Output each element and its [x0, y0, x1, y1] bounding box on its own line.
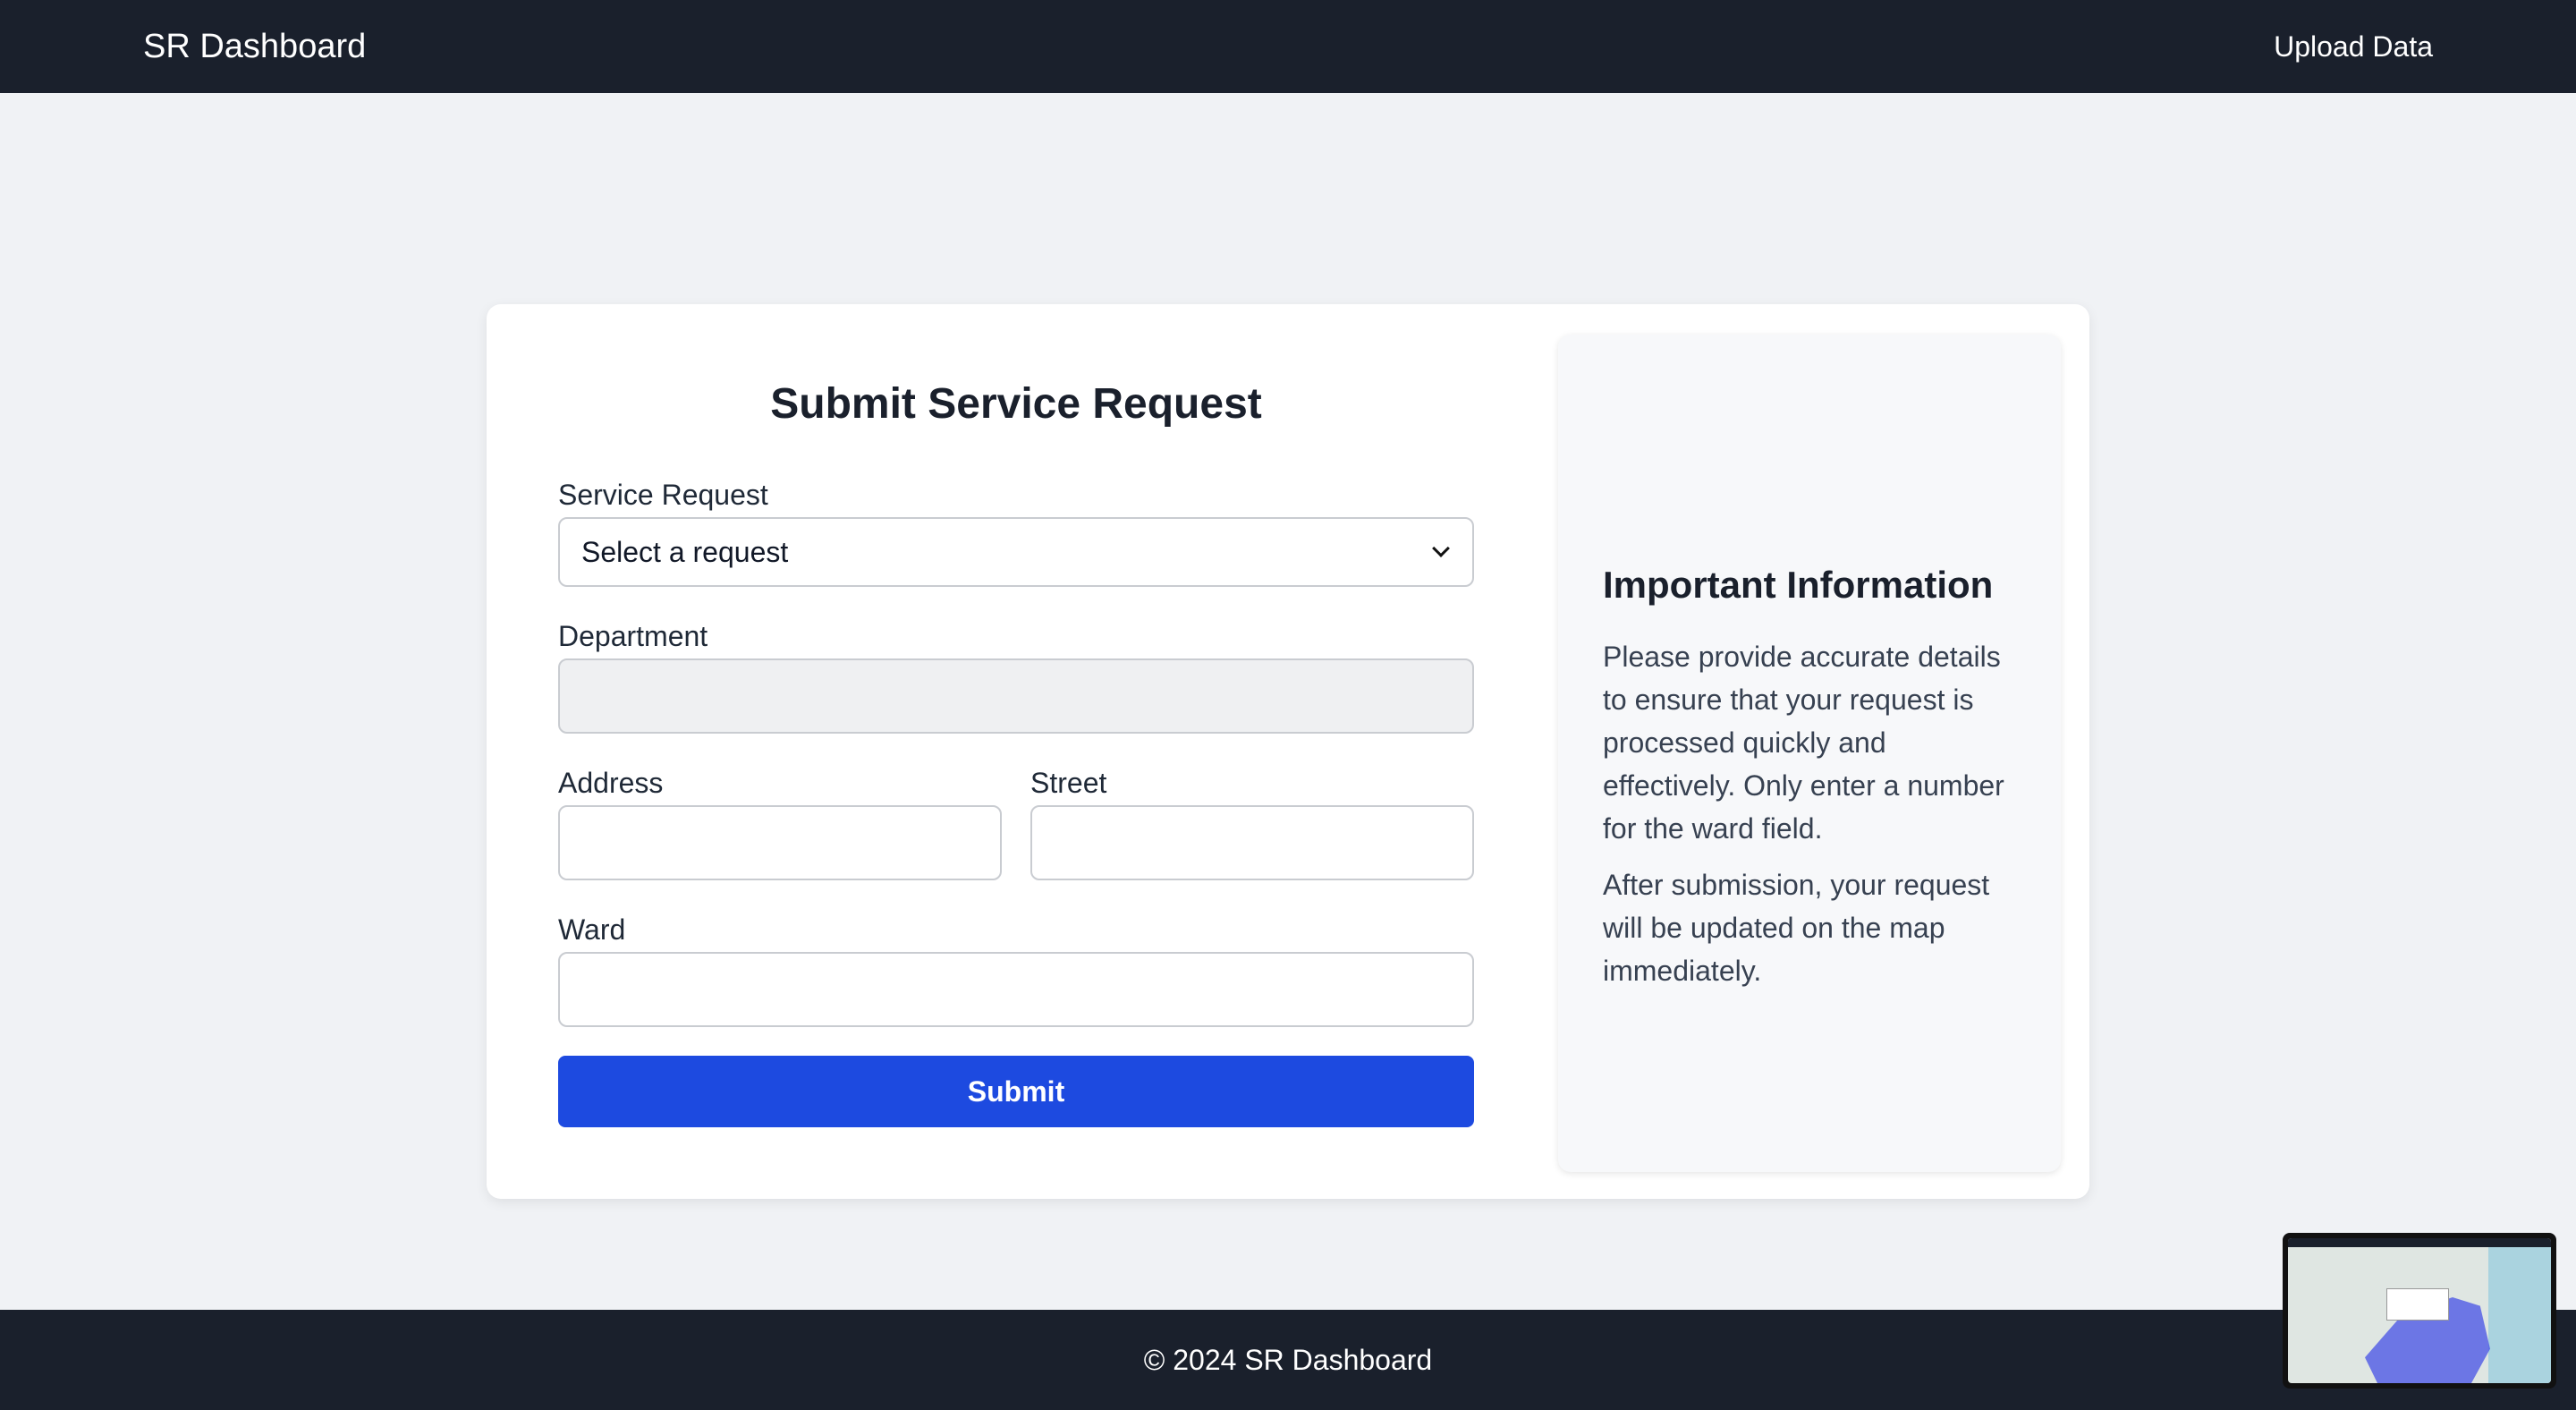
- info-title: Important Information: [1603, 564, 1994, 606]
- street-field[interactable]: [1030, 805, 1474, 880]
- footer-copyright: © 2024 SR Dashboard: [1143, 1343, 1433, 1376]
- street-label: Street: [1030, 767, 1107, 799]
- upload-data-link[interactable]: Upload Data: [2274, 30, 2433, 64]
- important-information-panel: Important Information Please provide acc…: [1558, 335, 2061, 1172]
- chevron-down-icon: [1432, 539, 1450, 557]
- department-field: [558, 658, 1474, 734]
- service-request-label: Service Request: [558, 479, 768, 511]
- map-preview-image: [2288, 1238, 2551, 1383]
- map-preview-navbar: [2288, 1238, 2551, 1247]
- department-label: Department: [558, 620, 708, 652]
- submit-button[interactable]: Submit: [558, 1056, 1474, 1127]
- form-title: Submit Service Request: [770, 380, 1262, 428]
- top-navbar: SR Dashboard Upload Data: [0, 0, 2576, 93]
- map-preview-popup: [2386, 1288, 2449, 1321]
- address-field[interactable]: [558, 805, 1002, 880]
- map-preview-thumbnail[interactable]: [2283, 1233, 2556, 1389]
- info-paragraph-2: After submission, your request will be u…: [1603, 869, 1990, 987]
- map-preview-water: [2488, 1247, 2551, 1383]
- ward-label: Ward: [558, 913, 626, 946]
- info-paragraph-1: Please provide accurate details to ensur…: [1603, 641, 2004, 845]
- service-request-card: Submit Service Request Service Request S…: [487, 304, 2089, 1199]
- ward-field[interactable]: [558, 952, 1474, 1027]
- service-request-selected-value: Select a request: [581, 535, 789, 568]
- address-label: Address: [558, 767, 664, 799]
- brand-title[interactable]: SR Dashboard: [143, 28, 366, 66]
- service-request-select[interactable]: Select a request: [558, 517, 1474, 587]
- footer: © 2024 SR Dashboard: [0, 1310, 2576, 1410]
